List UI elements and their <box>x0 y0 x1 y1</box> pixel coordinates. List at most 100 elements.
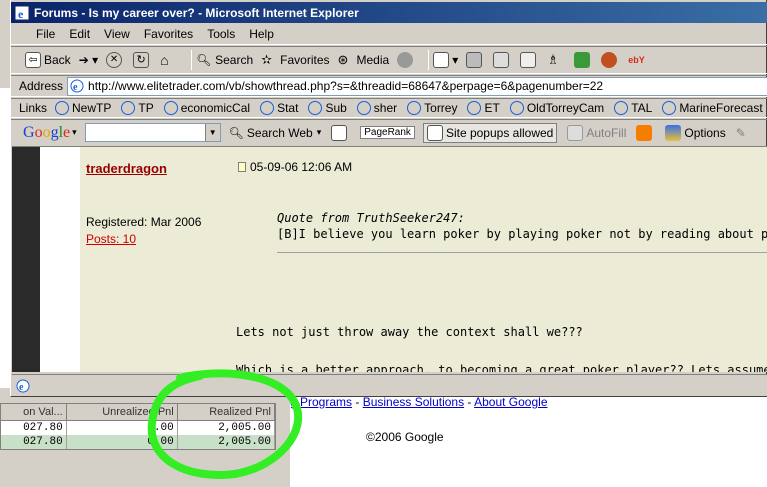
link-label: Torrey <box>424 101 458 115</box>
address-input[interactable]: e http://www.elitetrader.com/vb/showthre… <box>67 76 767 96</box>
options-button[interactable]: Options <box>665 124 726 141</box>
link-ie-icon <box>614 101 629 115</box>
menu-help[interactable]: Help <box>242 27 281 41</box>
page-ie-icon: e <box>70 79 84 93</box>
registered-date: Registered: Mar 2006 <box>86 215 202 229</box>
link-economiccal[interactable]: economicCal <box>163 101 250 115</box>
link-torrey[interactable]: Torrey <box>407 101 457 115</box>
edit-button[interactable] <box>493 52 512 68</box>
favorites-button[interactable]: ✫ Favorites <box>261 52 329 68</box>
chevron-down-icon[interactable]: ▼ <box>204 124 220 141</box>
google-search-input[interactable]: ▼ <box>84 123 221 142</box>
link-newtp[interactable]: NewTP <box>55 101 111 115</box>
history-button[interactable] <box>397 52 416 68</box>
settings-button[interactable] <box>601 52 620 68</box>
toolbar-separator <box>191 50 193 70</box>
link-marineforecast[interactable]: MarineForecast <box>662 101 763 115</box>
autofill-button[interactable]: AutoFill <box>567 124 627 141</box>
svg-text:e: e <box>18 7 24 21</box>
blogger-icon <box>636 124 653 141</box>
autofill-icon <box>567 124 584 141</box>
mail-button[interactable]: ▾ <box>433 52 458 68</box>
link-separator: - <box>464 395 475 409</box>
search-button[interactable]: 🔍︎ Search <box>196 52 253 68</box>
popup-blocker-button[interactable]: Site popups allowed <box>422 122 558 143</box>
pencil-button[interactable]: ✎ <box>736 126 746 140</box>
status-bar: e <box>12 374 767 396</box>
discuss-icon <box>520 52 537 68</box>
link-sub[interactable]: Sub <box>308 101 347 115</box>
column-header-position-value[interactable]: on Val... <box>1 404 67 421</box>
svg-text:e: e <box>19 382 24 393</box>
google-copyright: ©2006 Google <box>366 430 444 444</box>
links-bar: Links NewTP TP economicCal Stat Sub sher… <box>11 98 767 118</box>
media-button[interactable]: ⊛ Media <box>338 52 390 68</box>
page-left-border <box>12 147 40 372</box>
popup-label: Site popups allowed <box>445 125 554 140</box>
translate-button[interactable] <box>574 52 593 68</box>
address-url: http://www.elitetrader.com/vb/showthread… <box>88 79 604 93</box>
search-icon: 🔍︎ <box>196 53 212 67</box>
ebay-button[interactable]: ebY <box>628 55 645 65</box>
options-label: Options <box>684 125 726 140</box>
popup-icon <box>426 124 443 141</box>
link-tp[interactable]: TP <box>121 101 154 115</box>
title-bar[interactable]: e Forums - Is my career over? - Microsof… <box>11 2 767 23</box>
link-sher[interactable]: sher <box>356 101 397 115</box>
page-content: traderdragon 05-09-06 12:06 AM Registere… <box>12 146 767 372</box>
blogger-button[interactable] <box>636 124 655 141</box>
google-menu-chevron-icon[interactable]: ▾ <box>72 127 77 138</box>
pagerank-indicator[interactable]: PageRank <box>360 126 415 139</box>
menu-file[interactable]: File <box>29 27 62 41</box>
search-web-button[interactable]: 🔍︎ Search Web ▾ <box>229 126 322 140</box>
history-icon <box>397 52 414 68</box>
link-oldtorreycam[interactable]: OldTorreyCam <box>509 101 604 115</box>
post-document-icon <box>238 162 246 172</box>
link-label: ET <box>484 101 500 115</box>
discuss-button[interactable] <box>520 52 539 68</box>
post-body-line: Lets not just throw away the context sha… <box>236 325 583 339</box>
stop-button[interactable]: ✕ <box>106 52 125 68</box>
link-ie-icon <box>407 101 422 115</box>
chevron-down-icon: ▾ <box>316 127 322 137</box>
link-label: Stat <box>277 101 299 115</box>
link-ie-icon <box>163 101 178 115</box>
link-label: NewTP <box>72 101 112 115</box>
link-ie-icon <box>55 101 70 115</box>
translate-icon <box>574 52 591 68</box>
print-button[interactable] <box>466 52 485 68</box>
status-ie-icon: e <box>16 379 30 393</box>
forward-button[interactable]: ➔ ▾ <box>79 53 98 67</box>
forward-arrow-icon: ➔ ▾ <box>78 53 99 67</box>
media-label: Media <box>356 53 390 67</box>
link-stat[interactable]: Stat <box>260 101 298 115</box>
gear-icon <box>601 52 618 68</box>
media-icon: ⊛ <box>337 52 349 67</box>
svg-text:e: e <box>73 82 78 93</box>
about-google-link[interactable]: About Google <box>474 395 547 409</box>
news-button[interactable] <box>331 124 350 141</box>
menu-view[interactable]: View <box>97 27 137 41</box>
home-button[interactable]: ⌂ <box>160 52 179 68</box>
menu-tools[interactable]: Tools <box>200 27 242 41</box>
back-arrow-icon: ⇦ <box>25 52 41 68</box>
link-et[interactable]: ET <box>467 101 500 115</box>
post-username[interactable]: traderdragon <box>86 161 167 176</box>
menu-favorites[interactable]: Favorites <box>137 27 200 41</box>
business-solutions-link[interactable]: Business Solutions <box>363 395 464 409</box>
refresh-button[interactable]: ↻ <box>133 52 152 68</box>
messenger-button[interactable]: ♗ <box>547 52 566 68</box>
link-tal[interactable]: TAL <box>614 101 652 115</box>
link-label: MarineForecast <box>679 101 763 115</box>
back-button[interactable]: ⇦ Back <box>25 52 71 68</box>
ie-icon: e <box>14 5 30 21</box>
autofill-label: AutoFill <box>586 125 627 140</box>
post-count-link[interactable]: Posts: 10 <box>86 232 136 246</box>
mail-icon <box>433 52 450 68</box>
google-logo[interactable]: Google <box>23 124 70 142</box>
links-label: Links <box>19 101 48 115</box>
page-left-gutter <box>40 147 80 372</box>
google-search-icon: 🔍︎ <box>228 125 244 140</box>
pencil-icon: ✎ <box>735 125 746 140</box>
menu-edit[interactable]: Edit <box>62 27 97 41</box>
